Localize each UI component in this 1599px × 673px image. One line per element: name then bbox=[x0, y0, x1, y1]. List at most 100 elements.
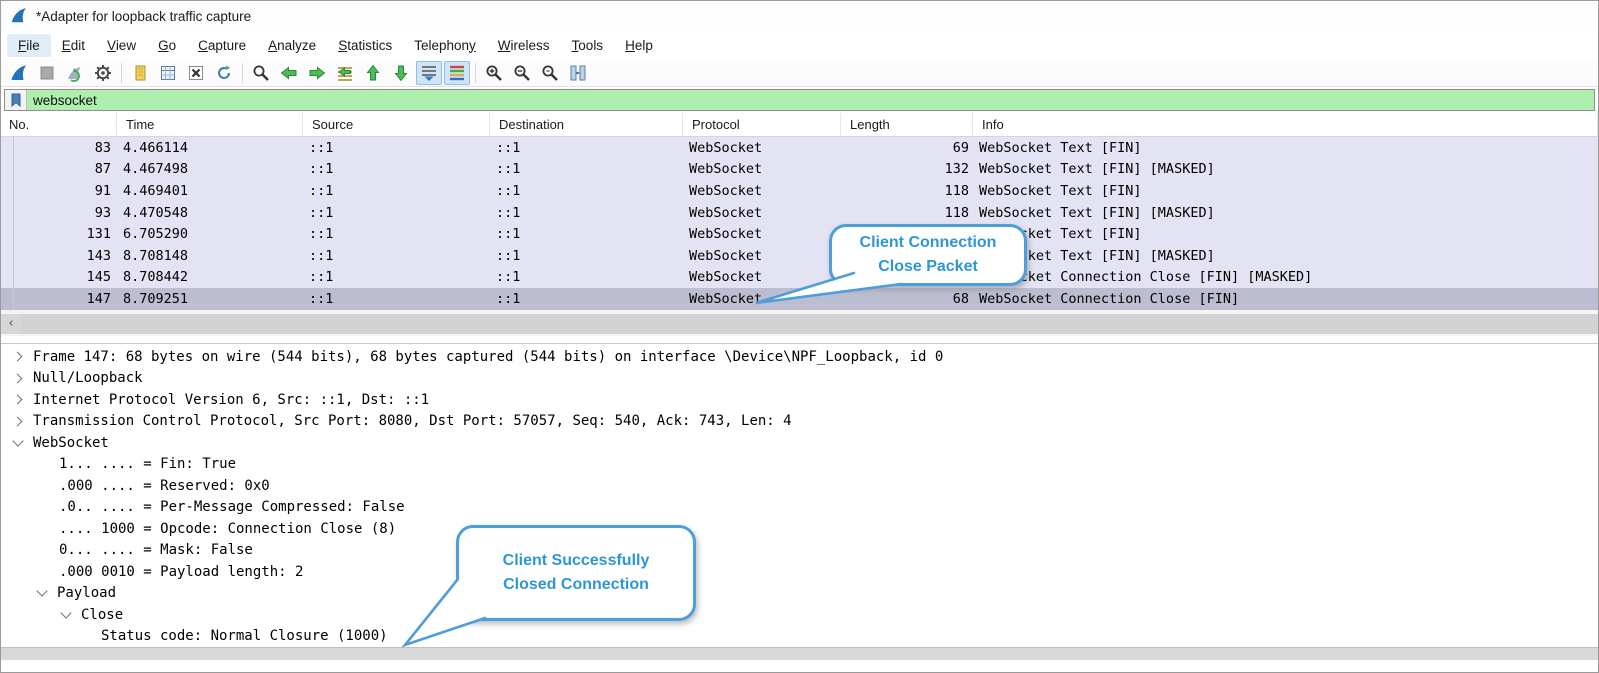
cell-no: 83 bbox=[1, 140, 117, 156]
detail-text: .000 .... = Reserved: 0x0 bbox=[59, 478, 270, 494]
packet-detail-line[interactable]: Status code: Normal Closure (1000) bbox=[1, 625, 1598, 647]
detail-text: 1... .... = Fin: True bbox=[59, 456, 236, 472]
hscrollbar-thumb[interactable] bbox=[21, 314, 1598, 334]
cell-destination: ::1 bbox=[490, 205, 683, 221]
cell-destination: ::1 bbox=[490, 183, 683, 199]
packet-detail-line[interactable]: .... 1000 = Opcode: Connection Close (8) bbox=[1, 518, 1598, 540]
open-file-button[interactable] bbox=[127, 61, 153, 85]
scroll-left-arrow-icon[interactable]: ‹ bbox=[1, 316, 21, 331]
packet-detail-line[interactable]: Close bbox=[1, 604, 1598, 626]
detail-text: .000 0010 = Payload length: 2 bbox=[59, 564, 303, 580]
packet-detail-line[interactable]: Internet Protocol Version 6, Src: ::1, D… bbox=[1, 389, 1598, 411]
callout-closed-connection: Client Successfully Closed Connection bbox=[456, 525, 696, 621]
resize-columns-button[interactable] bbox=[565, 61, 591, 85]
packet-row[interactable]: 93 4.470548 ::1 ::1 WebSocket 118 WebSoc… bbox=[1, 202, 1598, 224]
hscrollbar-track[interactable]: ‹ bbox=[1, 314, 1598, 334]
detail-text: Payload bbox=[57, 585, 116, 601]
cell-time: 6.705290 bbox=[117, 226, 303, 242]
cell-time: 4.469401 bbox=[117, 183, 303, 199]
detail-text: Status code: Normal Closure (1000) bbox=[101, 628, 388, 644]
expander-chevron-icon[interactable] bbox=[35, 591, 57, 595]
menu-item[interactable]: Tools bbox=[561, 34, 615, 57]
column-header-protocol[interactable]: Protocol bbox=[683, 113, 841, 136]
menu-item[interactable]: Go bbox=[147, 34, 187, 57]
cell-no: 131 bbox=[1, 226, 117, 242]
packet-detail-line[interactable]: 0... .... = Mask: False bbox=[1, 539, 1598, 561]
packet-detail-line[interactable]: Payload bbox=[1, 582, 1598, 604]
column-header-info[interactable]: Info bbox=[973, 113, 1598, 136]
packet-detail-line[interactable]: 1... .... = Fin: True bbox=[1, 453, 1598, 475]
cell-destination: ::1 bbox=[490, 248, 683, 264]
display-filter-input[interactable] bbox=[27, 90, 1594, 110]
packet-row[interactable]: 147 8.709251 ::1 ::1 WebSocket 68 WebSoc… bbox=[1, 288, 1598, 310]
menu-item[interactable]: Wireless bbox=[487, 34, 561, 57]
cell-info: WebSocket Text [FIN] [MASKED] bbox=[973, 248, 1598, 264]
cell-no: 147 bbox=[1, 291, 117, 307]
menu-item[interactable]: Analyze bbox=[257, 34, 327, 57]
cell-destination: ::1 bbox=[490, 269, 683, 285]
start-capture-button[interactable] bbox=[6, 61, 32, 85]
bookmark-icon bbox=[10, 93, 22, 107]
expander-chevron-icon[interactable] bbox=[11, 353, 33, 360]
expander-chevron-icon[interactable] bbox=[11, 396, 33, 403]
column-header-destination[interactable]: Destination bbox=[490, 113, 683, 136]
go-to-packet-button[interactable] bbox=[332, 61, 358, 85]
go-last-packet-button[interactable] bbox=[388, 61, 414, 85]
menu-item[interactable]: Edit bbox=[51, 34, 96, 57]
filter-bookmark-button[interactable] bbox=[5, 90, 27, 110]
find-packet-button[interactable] bbox=[248, 61, 274, 85]
cell-time: 4.470548 bbox=[117, 205, 303, 221]
status-bar bbox=[1, 647, 1598, 660]
packet-row[interactable]: 83 4.466114 ::1 ::1 WebSocket 69 WebSock… bbox=[1, 137, 1598, 159]
colorize-packets-button[interactable] bbox=[444, 61, 470, 85]
detail-text: Close bbox=[81, 607, 123, 623]
packet-detail-line[interactable]: .000 .... = Reserved: 0x0 bbox=[1, 475, 1598, 497]
stop-capture-button[interactable] bbox=[34, 61, 60, 85]
menu-item[interactable]: File bbox=[7, 34, 51, 57]
menu-item[interactable]: Capture bbox=[187, 34, 257, 57]
normal-size-button[interactable] bbox=[537, 61, 563, 85]
packet-detail-line[interactable]: Frame 147: 68 bytes on wire (544 bits), … bbox=[1, 346, 1598, 368]
column-header-time[interactable]: Time bbox=[117, 113, 303, 136]
packet-row[interactable]: 87 4.467498 ::1 ::1 WebSocket 132 WebSoc… bbox=[1, 159, 1598, 181]
go-first-packet-button[interactable] bbox=[360, 61, 386, 85]
cell-protocol: WebSocket bbox=[683, 140, 841, 156]
reload-file-button[interactable] bbox=[211, 61, 237, 85]
menu-item[interactable]: Telephony bbox=[403, 34, 487, 57]
cell-protocol: WebSocket bbox=[683, 161, 841, 177]
packet-detail-line[interactable]: Null/Loopback bbox=[1, 367, 1598, 389]
go-forward-button[interactable] bbox=[304, 61, 330, 85]
column-header-no[interactable]: No. bbox=[1, 113, 117, 136]
menu-item[interactable]: Statistics bbox=[327, 34, 403, 57]
column-header-length[interactable]: Length bbox=[841, 113, 973, 136]
expander-chevron-icon[interactable] bbox=[11, 418, 33, 425]
pane-splitter[interactable] bbox=[1, 336, 1598, 344]
expander-chevron-icon[interactable] bbox=[11, 441, 33, 445]
cell-destination: ::1 bbox=[490, 140, 683, 156]
cell-info: WebSocket Text [FIN] bbox=[973, 226, 1598, 242]
menu-item[interactable]: Help bbox=[614, 34, 664, 57]
save-file-button[interactable] bbox=[155, 61, 181, 85]
restart-capture-button[interactable] bbox=[62, 61, 88, 85]
capture-options-button[interactable] bbox=[90, 61, 116, 85]
packet-row[interactable]: 131 6.705290 ::1 ::1 WebSocket WebSocket… bbox=[1, 223, 1598, 245]
auto-scroll-button[interactable] bbox=[416, 61, 442, 85]
packet-detail-line[interactable]: .000 0010 = Payload length: 2 bbox=[1, 561, 1598, 583]
close-file-button[interactable] bbox=[183, 61, 209, 85]
cell-time: 8.708148 bbox=[117, 248, 303, 264]
cell-protocol: WebSocket bbox=[683, 269, 841, 285]
zoom-in-button[interactable] bbox=[481, 61, 507, 85]
packet-detail-line[interactable]: WebSocket bbox=[1, 432, 1598, 454]
expander-chevron-icon[interactable] bbox=[11, 375, 33, 382]
expander-chevron-icon[interactable] bbox=[59, 613, 81, 617]
reload-icon bbox=[214, 63, 234, 83]
packet-detail-line[interactable]: Transmission Control Protocol, Src Port:… bbox=[1, 410, 1598, 432]
go-back-button[interactable] bbox=[276, 61, 302, 85]
packet-detail-line[interactable]: .0.. .... = Per-Message Compressed: Fals… bbox=[1, 496, 1598, 518]
packet-row[interactable]: 145 8.708442 ::1 ::1 WebSocket WebSocket… bbox=[1, 267, 1598, 289]
menu-item[interactable]: View bbox=[96, 34, 147, 57]
zoom-out-button[interactable] bbox=[509, 61, 535, 85]
packet-row[interactable]: 91 4.469401 ::1 ::1 WebSocket 118 WebSoc… bbox=[1, 180, 1598, 202]
column-header-source[interactable]: Source bbox=[303, 113, 490, 136]
packet-row[interactable]: 143 8.708148 ::1 ::1 WebSocket WebSocket… bbox=[1, 245, 1598, 267]
